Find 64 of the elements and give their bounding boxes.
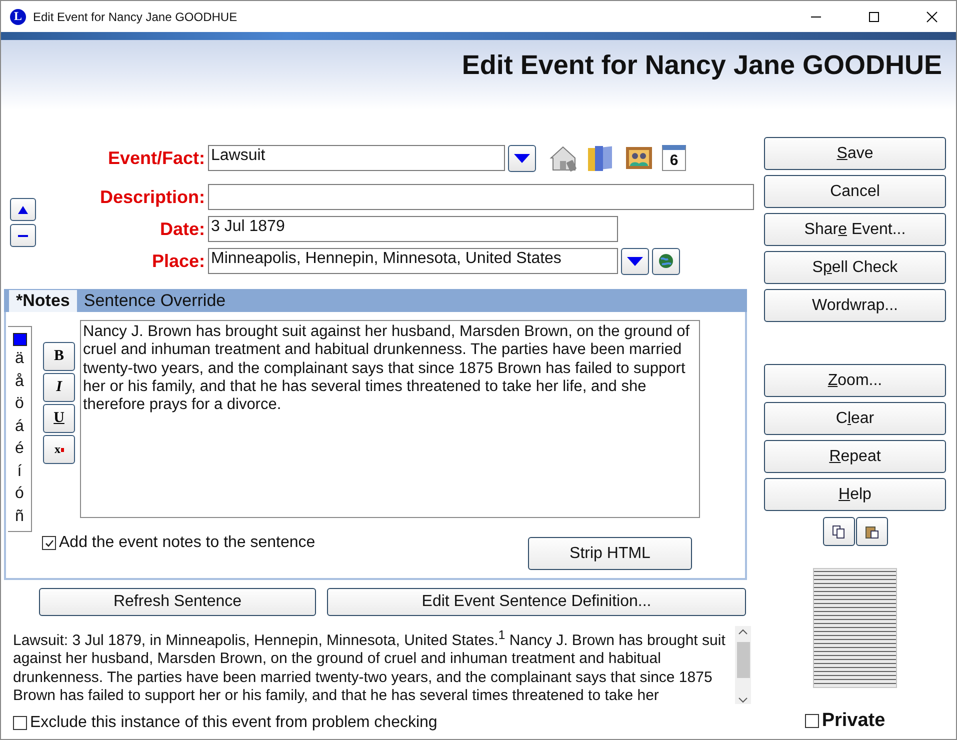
action-button[interactable]: Zoom... <box>764 364 946 397</box>
paste-icon <box>864 524 878 538</box>
field-label: Event/Fact: <box>106 148 206 168</box>
field-label: Place: <box>150 250 206 272</box>
action-button[interactable]: Repeat <box>764 440 946 473</box>
action-button[interactable]: Help <box>764 478 946 511</box>
action-button[interactable]: Share Event... <box>764 213 946 246</box>
input-field[interactable]: Minneapolis, Hennepin, Minnesota, United States <box>208 248 618 274</box>
maximize-icon[interactable] <box>868 10 880 22</box>
notes-text-area[interactable]: Nancy J. Brown has brought suit against her husband, Marsden Brown, on the ground of cruel and inhuman treatment and habitual drunkenness. The parties have been married twenty-two years, and the complainant says that since 1875 Brown has failed to support her or his family, and that he has several times threatened to take her life, and she therefore prays for a divorce. <box>80 320 700 518</box>
move-up-button[interactable] <box>10 198 36 221</box>
remove-button[interactable] <box>10 224 36 247</box>
format-button[interactable]: x <box>43 435 75 464</box>
add-notes-checkbox[interactable]: Add the event notes to the sentence <box>42 534 316 552</box>
globe-icon <box>658 253 674 269</box>
sentence-button[interactable]: Edit Event Sentence Definition... <box>327 588 746 616</box>
character-button[interactable]: ä <box>15 348 24 370</box>
sentence-button[interactable]: Refresh Sentence <box>39 588 316 616</box>
character-button[interactable]: ñ <box>15 506 24 528</box>
input-field[interactable]: 3 Jul 1879 <box>208 216 618 242</box>
scroll-down-icon[interactable] <box>738 696 748 704</box>
tab[interactable]: Sentence Override <box>76 290 233 312</box>
copy-button[interactable] <box>822 517 854 546</box>
copy-icon <box>832 524 846 538</box>
checkmark-icon <box>44 538 54 548</box>
character-button[interactable]: á <box>15 416 24 438</box>
format-button[interactable]: U <box>43 404 75 433</box>
page-title: Edit Event for Nancy Jane GOODHUE <box>462 50 942 81</box>
tab[interactable]: *Notes <box>9 290 77 312</box>
private-checkbox[interactable]: Private <box>804 710 886 732</box>
action-button[interactable]: Cancel <box>764 175 946 208</box>
field-label: Date: <box>158 218 206 240</box>
caret-icon <box>514 154 530 162</box>
scrollbar[interactable] <box>735 626 751 704</box>
character-button[interactable]: ó <box>15 483 24 506</box>
exclude-checkbox[interactable]: Exclude this instance of this event from problem checking <box>13 714 755 732</box>
calendar-icon[interactable]: 6 <box>662 145 686 171</box>
format-button[interactable]: B <box>43 342 75 371</box>
format-button[interactable]: I <box>43 373 75 402</box>
scroll-up-icon[interactable] <box>738 628 748 636</box>
strip-html-button[interactable]: Strip HTML <box>528 537 692 570</box>
field-label: Description: <box>98 186 206 208</box>
dropdown-button[interactable] <box>508 144 536 172</box>
globe-button[interactable] <box>652 248 680 274</box>
action-button[interactable]: Clear <box>764 402 946 435</box>
action-button[interactable]: Wordwrap... <box>764 289 946 322</box>
action-button[interactable]: Spell Check <box>764 251 946 284</box>
minus-icon <box>18 234 28 238</box>
dropdown-button[interactable] <box>621 248 649 274</box>
caret-icon <box>627 256 643 266</box>
input-field[interactable] <box>208 184 754 210</box>
color-swatch-icon[interactable] <box>12 333 26 346</box>
triangle-up-icon <box>18 206 28 214</box>
close-icon[interactable] <box>926 10 938 22</box>
action-button[interactable]: Save <box>764 137 946 170</box>
character-button[interactable]: í <box>17 460 22 483</box>
input-field[interactable]: Lawsuit <box>208 145 505 171</box>
paste-button[interactable] <box>856 517 888 546</box>
sentence-preview: Lawsuit: 3 Jul 1879, in Minneapolis, Hennepin, Minnesota, United States.$^{1}$ Nancy J. Brown has brought suit against her husband, Marsden Brown, on the ground of cruel and inhuman treatment and habitual drunkenness. The parties have been married twenty-two years, and the complainant says that since 1875 Brown has failed to support her or his family, and that he has several times threatened to take her <box>13 627 726 704</box>
character-button[interactable]: å <box>15 370 24 393</box>
app-logo-icon: L <box>10 8 26 24</box>
character-button[interactable]: ö <box>15 393 24 416</box>
window-title: Edit Event for Nancy Jane GOODHUE <box>33 10 238 24</box>
character-button[interactable]: é <box>15 438 24 460</box>
